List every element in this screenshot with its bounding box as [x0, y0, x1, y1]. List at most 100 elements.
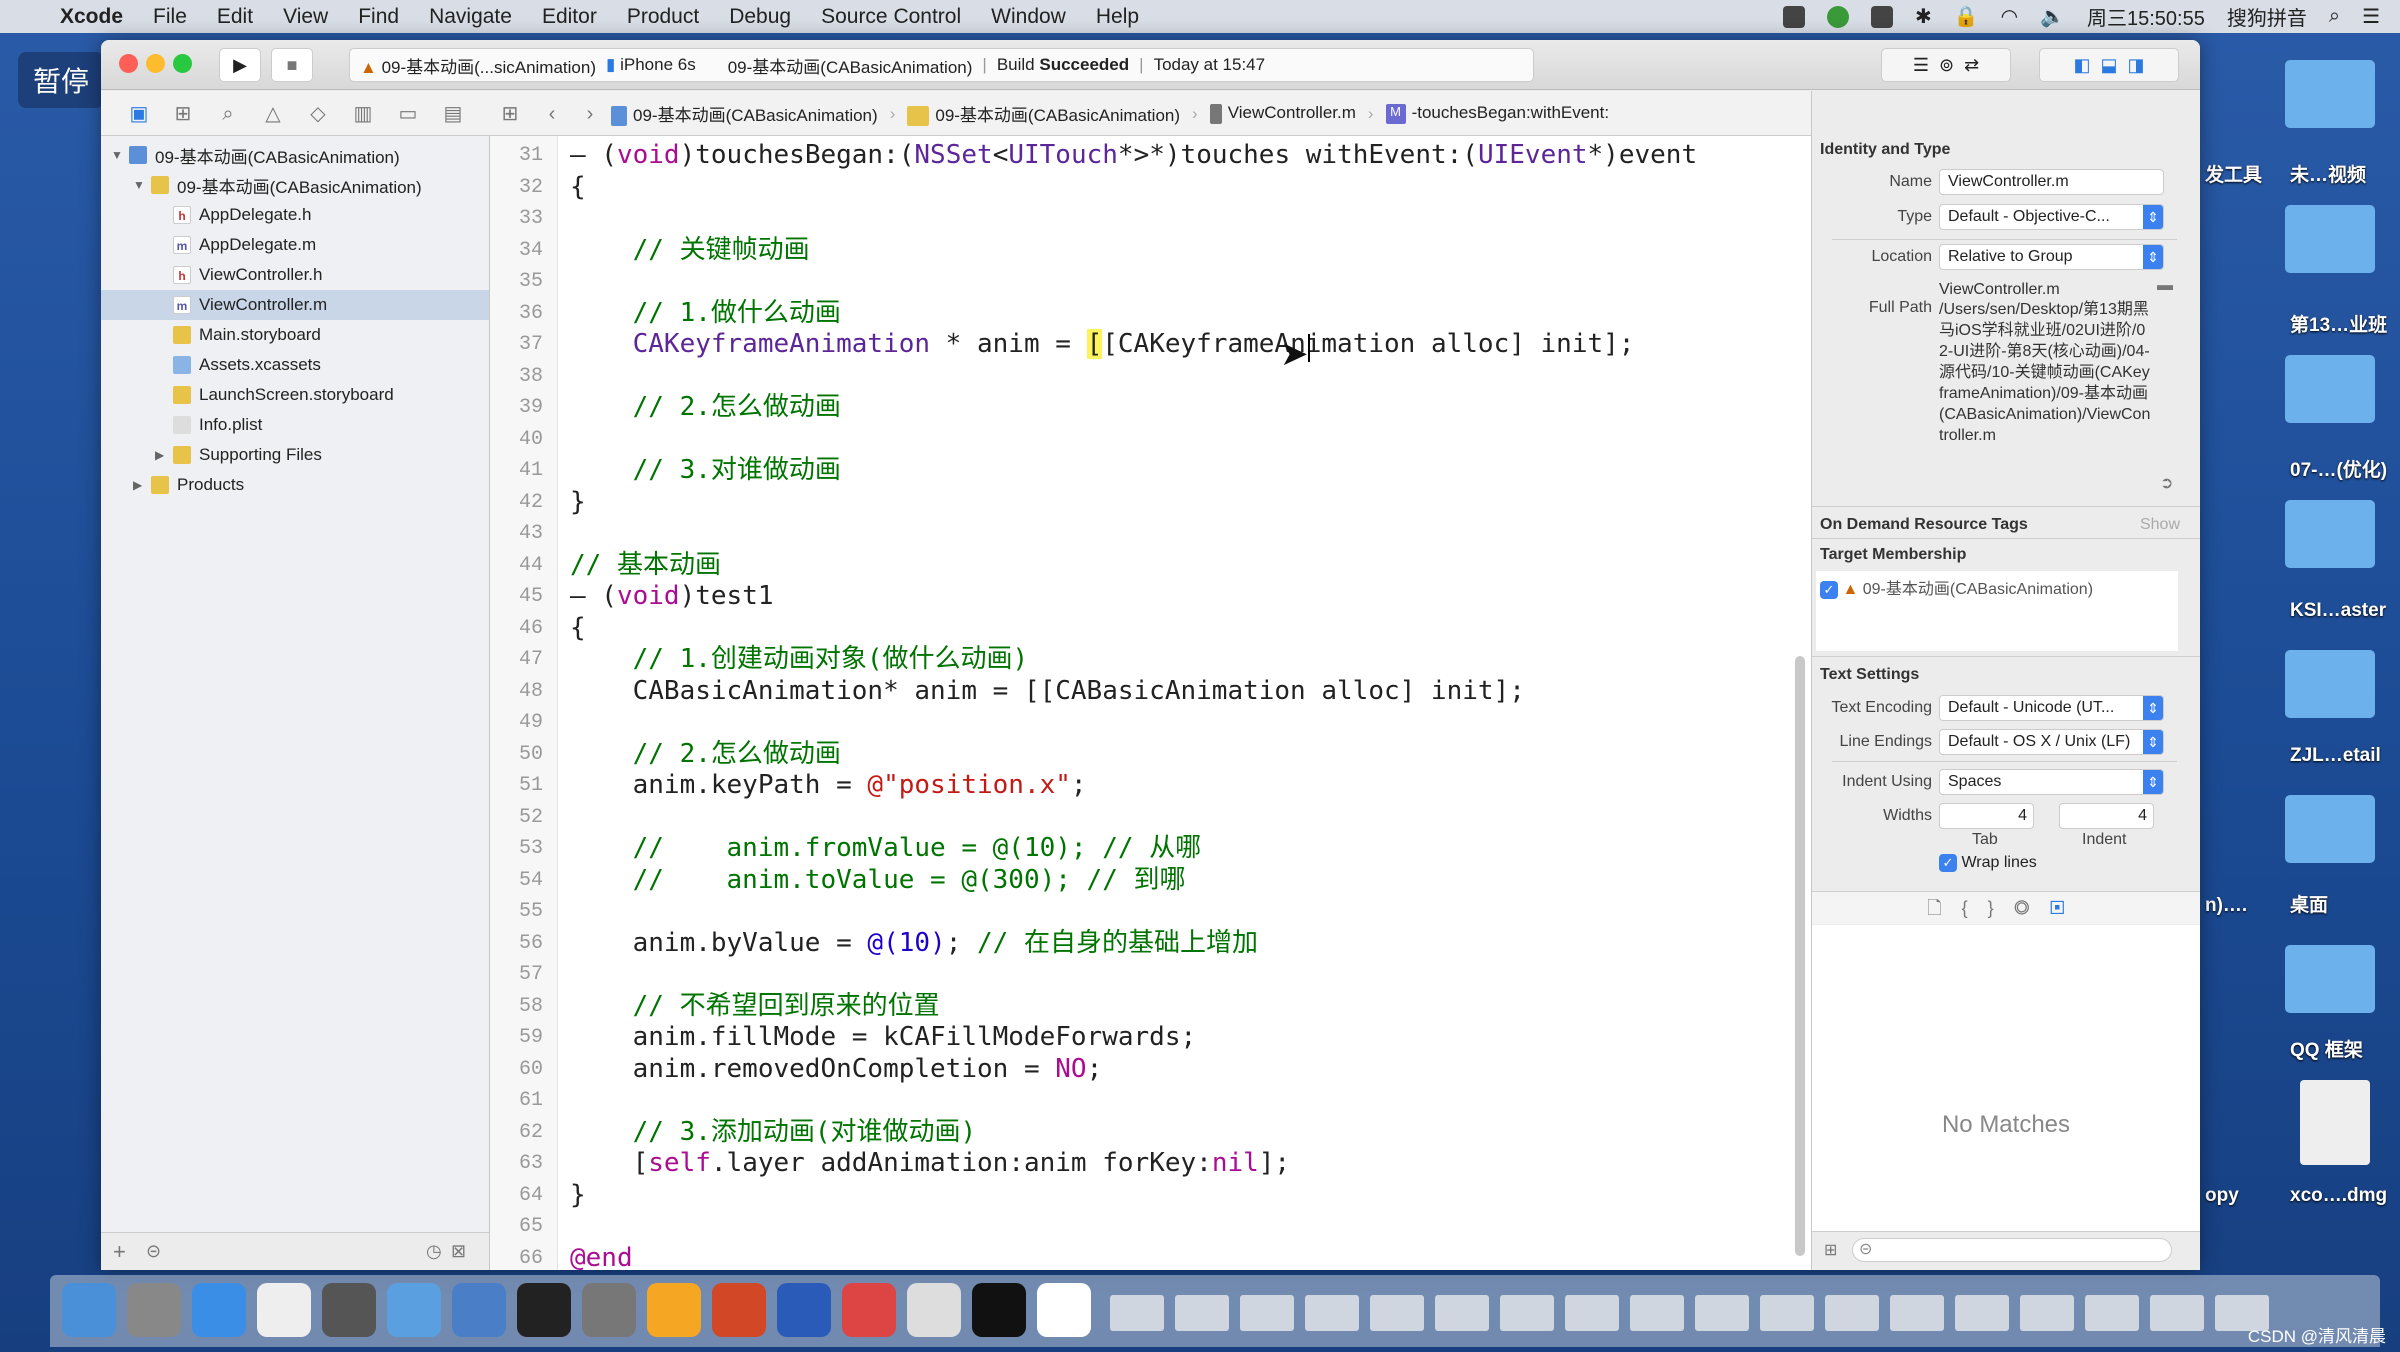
library-tabs[interactable]: 🗋{}◎▣ [1812, 892, 2200, 924]
dock-window14-icon[interactable] [1955, 1295, 2009, 1331]
minimize-button[interactable] [146, 54, 165, 73]
desktop-icon-label[interactable]: opy [2205, 1185, 2239, 1207]
dock-safari-icon[interactable] [192, 1283, 246, 1337]
desktop-icon-label[interactable]: ZJL…etail [2290, 745, 2381, 767]
recent-files-icon[interactable]: ◷ [426, 1241, 442, 1262]
menu-xcode[interactable]: Xcode [60, 5, 123, 29]
folder-icon[interactable] [2285, 205, 2375, 273]
menu-source-control[interactable]: Source Control [821, 5, 961, 29]
desktop-icon-label[interactable]: QQ 框架 [2290, 1035, 2363, 1062]
folder-icon[interactable] [2285, 500, 2375, 568]
library-filter-input[interactable]: ⊝ [1852, 1238, 2172, 1262]
menu-window[interactable]: Window [991, 5, 1066, 29]
folder-icon[interactable] [2285, 945, 2375, 1013]
navigator-item[interactable]: Info.plist [101, 410, 489, 440]
grid-view-icon[interactable]: ⊞ [1824, 1240, 1837, 1260]
disclosure-icon[interactable]: ▶ [133, 478, 151, 492]
target-checkbox[interactable]: ✓ [1820, 581, 1838, 599]
status-icon[interactable] [1826, 5, 1849, 28]
dock-app-icon[interactable] [1037, 1283, 1091, 1337]
forward-icon[interactable]: › [579, 103, 601, 125]
desktop-icon-label[interactable]: 第13…业班 [2290, 310, 2387, 337]
menu-navigate[interactable]: Navigate [429, 5, 512, 29]
indent-using-select[interactable]: Spaces [1939, 769, 2164, 795]
dock-window16-icon[interactable] [2085, 1295, 2139, 1331]
find-navigator-icon[interactable]: ⌕ [217, 103, 239, 125]
run-button[interactable]: ▶ [219, 48, 261, 82]
menu-view[interactable]: View [283, 5, 328, 29]
line-endings-select[interactable]: Default - OS X / Unix (LF) [1939, 729, 2164, 755]
folder-icon[interactable] [2285, 650, 2375, 718]
reveal-arrow-icon[interactable]: ➲ [2160, 473, 2173, 493]
desktop-icon-label[interactable]: n)…. [2205, 895, 2247, 917]
navigator-item[interactable]: h AppDelegate.h [101, 200, 489, 230]
dock-mouse-icon[interactable] [257, 1283, 311, 1337]
menu-find[interactable]: Find [358, 5, 399, 29]
desktop-icon-label[interactable]: 未…视频 [2290, 160, 2366, 187]
breadcrumb-project[interactable]: 09-基本动画(CABasicAnimation) [611, 101, 878, 127]
menu-editor[interactable]: Editor [542, 5, 597, 29]
lock-icon[interactable]: 🔒 [1954, 4, 1979, 29]
breadcrumb-group[interactable]: 09-基本动画(CABasicAnimation) [907, 101, 1180, 127]
editor-mode-buttons[interactable]: ☰ ⊚ ⇄ [1881, 48, 2011, 82]
vertical-scrollbar[interactable] [1795, 656, 1805, 1256]
wrap-lines-checkbox[interactable]: ✓ Wrap lines [1939, 854, 2037, 872]
dock-window5-icon[interactable] [1370, 1295, 1424, 1331]
desktop-icon-label[interactable]: 07-…(优化) [2290, 455, 2387, 482]
breadcrumb-method[interactable]: M -touchesBegan:withEvent: [1385, 103, 1609, 124]
dock-system-preferences-icon[interactable] [582, 1283, 636, 1337]
desktop-icon-label[interactable]: xco….dmg [2290, 1185, 2387, 1207]
navigator-item[interactable]: ▶ Products [101, 470, 489, 500]
menu-file[interactable]: File [153, 5, 187, 29]
dock-window3-icon[interactable] [1240, 1295, 1294, 1331]
desktop-icon-label[interactable]: 发工具 [2205, 160, 2262, 187]
bluetooth-icon[interactable]: ✱ [1915, 4, 1932, 29]
type-select[interactable]: Default - Objective-C... [1939, 204, 2164, 230]
dock-terminal-black-icon[interactable] [972, 1283, 1026, 1337]
scm-filter-icon[interactable]: ⊠ [451, 1241, 466, 1262]
desktop-icon-label[interactable]: 桌面 [2290, 890, 2328, 917]
related-items-icon[interactable]: ⊞ [499, 103, 521, 125]
dock-launchpad-icon[interactable] [127, 1283, 181, 1337]
disclosure-icon[interactable]: ▼ [133, 178, 151, 192]
symbol-navigator-icon[interactable]: ⊞ [172, 103, 194, 125]
close-button[interactable] [119, 54, 138, 73]
report-navigator-icon[interactable]: ▤ [442, 103, 464, 125]
dock-window10-icon[interactable] [1695, 1295, 1749, 1331]
debug-navigator-icon[interactable]: ▥ [352, 103, 374, 125]
location-select[interactable]: Relative to Group [1939, 244, 2164, 270]
name-field[interactable]: ViewController.m [1939, 169, 2164, 195]
reveal-folder-icon[interactable]: ▬ [2157, 277, 2173, 295]
back-icon[interactable]: ‹ [541, 103, 563, 125]
navigator-item[interactable]: h ViewController.h [101, 260, 489, 290]
dock-window7-icon[interactable] [1500, 1295, 1554, 1331]
volume-icon[interactable]: 🔈 [2040, 4, 2065, 29]
menu-help[interactable]: Help [1096, 5, 1139, 29]
navigator-item[interactable]: ▼ 09-基本动画(CABasicAnimation) [101, 170, 489, 200]
navigator-item[interactable]: Main.storyboard [101, 320, 489, 350]
ime-menu[interactable]: 搜狗拼音 [2227, 2, 2307, 31]
stop-button[interactable]: ■ [271, 48, 313, 82]
test-navigator-icon[interactable]: ◇ [307, 103, 329, 125]
pause-badge[interactable]: 暂停 [18, 52, 104, 108]
list-icon[interactable]: ☰ [2362, 4, 2380, 29]
dock-window17-icon[interactable] [2150, 1295, 2204, 1331]
project-navigator-icon[interactable]: ▣ [128, 103, 150, 125]
indent-width-stepper[interactable]: 4 [2059, 803, 2154, 829]
dock-window4-icon[interactable] [1305, 1295, 1359, 1331]
clock[interactable]: 周三15:50:55 [2087, 2, 2205, 31]
dock-window9-icon[interactable] [1630, 1295, 1684, 1331]
desktop-icon-label[interactable]: KSI…aster [2290, 600, 2386, 622]
zoom-button[interactable] [173, 54, 192, 73]
menu-debug[interactable]: Debug [729, 5, 791, 29]
breadcrumb-file[interactable]: ViewController.m [1209, 103, 1356, 124]
folder-icon[interactable] [2285, 795, 2375, 863]
navigator-item[interactable]: m AppDelegate.m [101, 230, 489, 260]
tab-width-stepper[interactable]: 4 [1939, 803, 2034, 829]
menu-product[interactable]: Product [627, 5, 699, 29]
dock-window2-icon[interactable] [1175, 1295, 1229, 1331]
dock-xcode-icon[interactable] [387, 1283, 441, 1337]
breakpoint-navigator-icon[interactable]: ▭ [397, 103, 419, 125]
dock-screen-icon[interactable] [842, 1283, 896, 1337]
folder-icon[interactable] [2285, 355, 2375, 423]
